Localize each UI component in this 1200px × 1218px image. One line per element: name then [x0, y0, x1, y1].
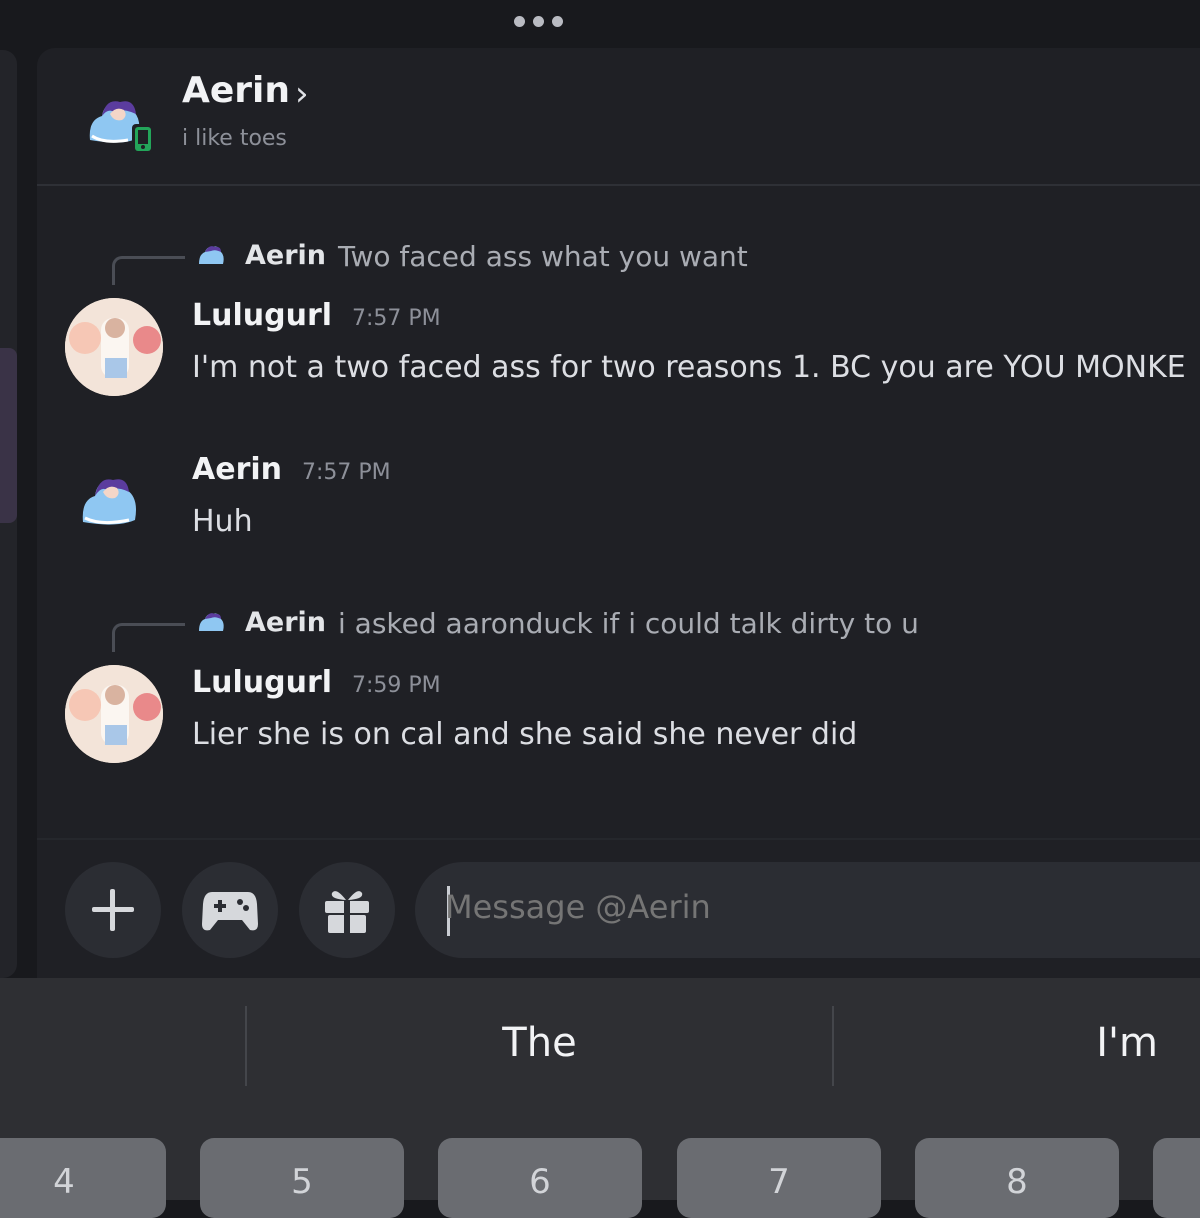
add-attachment-button[interactable] — [65, 862, 161, 958]
dm-recipient-status: i like toes — [182, 126, 287, 151]
gift-button[interactable] — [299, 862, 395, 958]
suggestion-2[interactable]: The — [247, 978, 832, 1108]
chevron-right-icon[interactable]: › — [295, 74, 309, 114]
message-content: Lier she is on cal and she said she neve… — [192, 717, 858, 752]
key-7[interactable]: 7 — [677, 1138, 881, 1218]
message-author[interactable]: Lulugurl — [192, 665, 332, 700]
reply-text: Two faced ass what you want — [338, 240, 748, 273]
message-item[interactable]: Aerin i asked aaronduck if i could talk … — [37, 603, 1200, 773]
message-composer — [37, 838, 1200, 978]
reply-connector — [112, 623, 185, 652]
message-input-container[interactable] — [415, 862, 1200, 958]
key-5[interactable]: 5 — [200, 1138, 404, 1218]
reply-author[interactable]: Aerin — [245, 607, 326, 638]
gift-icon — [325, 891, 369, 933]
selected-channel-indicator — [0, 348, 17, 523]
dm-panel: Aerin › i like toes Aerin Two faced ass … — [37, 48, 1200, 978]
key-partial[interactable] — [1153, 1138, 1200, 1218]
lulugurl-avatar-icon — [65, 665, 163, 763]
reply-connector — [112, 256, 185, 285]
on-screen-keyboard: The I'm 4 5 6 7 8 — [0, 978, 1200, 1218]
aerin-avatar-icon[interactable] — [84, 90, 160, 156]
key-8[interactable]: 8 — [915, 1138, 1119, 1218]
server-sidebar-edge[interactable] — [0, 50, 17, 978]
window-more-icon[interactable] — [514, 16, 563, 27]
lulugurl-avatar-icon — [65, 298, 163, 396]
lulugurl-avatar[interactable] — [65, 298, 163, 396]
dm-header[interactable]: Aerin › i like toes — [37, 48, 1200, 186]
message-timestamp: 7:59 PM — [352, 673, 441, 698]
key-6[interactable]: 6 — [438, 1138, 642, 1218]
gamepad-icon — [202, 892, 258, 931]
aerin-mini-avatar-icon — [199, 613, 224, 631]
suggestion-1[interactable] — [0, 978, 245, 1108]
message-author[interactable]: Aerin — [192, 452, 282, 487]
message-item[interactable]: Aerin Two faced ass what you want Lulugu… — [37, 236, 1200, 406]
aerin-mini-avatar-icon — [199, 246, 224, 264]
dm-recipient-name[interactable]: Aerin — [182, 70, 290, 111]
message-content: Huh — [192, 504, 253, 539]
message-input[interactable] — [445, 888, 1145, 926]
plus-icon — [92, 889, 134, 931]
message-author[interactable]: Lulugurl — [192, 298, 332, 333]
message-content: I'm not a two faced ass for two reasons … — [192, 350, 1186, 385]
key-4[interactable]: 4 — [0, 1138, 166, 1218]
reply-author[interactable]: Aerin — [245, 240, 326, 271]
message-item[interactable]: Aerin 7:57 PM Huh — [37, 446, 1200, 556]
aerin-avatar-icon[interactable] — [77, 466, 153, 532]
message-timestamp: 7:57 PM — [302, 460, 391, 485]
reply-reference[interactable]: Aerin Two faced ass what you want — [37, 236, 1200, 285]
lulugurl-avatar[interactable] — [65, 665, 163, 763]
reply-text: i asked aaronduck if i could talk dirty … — [338, 607, 919, 640]
message-timestamp: 7:57 PM — [352, 306, 441, 331]
activities-button[interactable] — [182, 862, 278, 958]
suggestion-3[interactable]: I'm — [834, 978, 1200, 1108]
reply-reference[interactable]: Aerin i asked aaronduck if i could talk … — [37, 603, 1200, 652]
